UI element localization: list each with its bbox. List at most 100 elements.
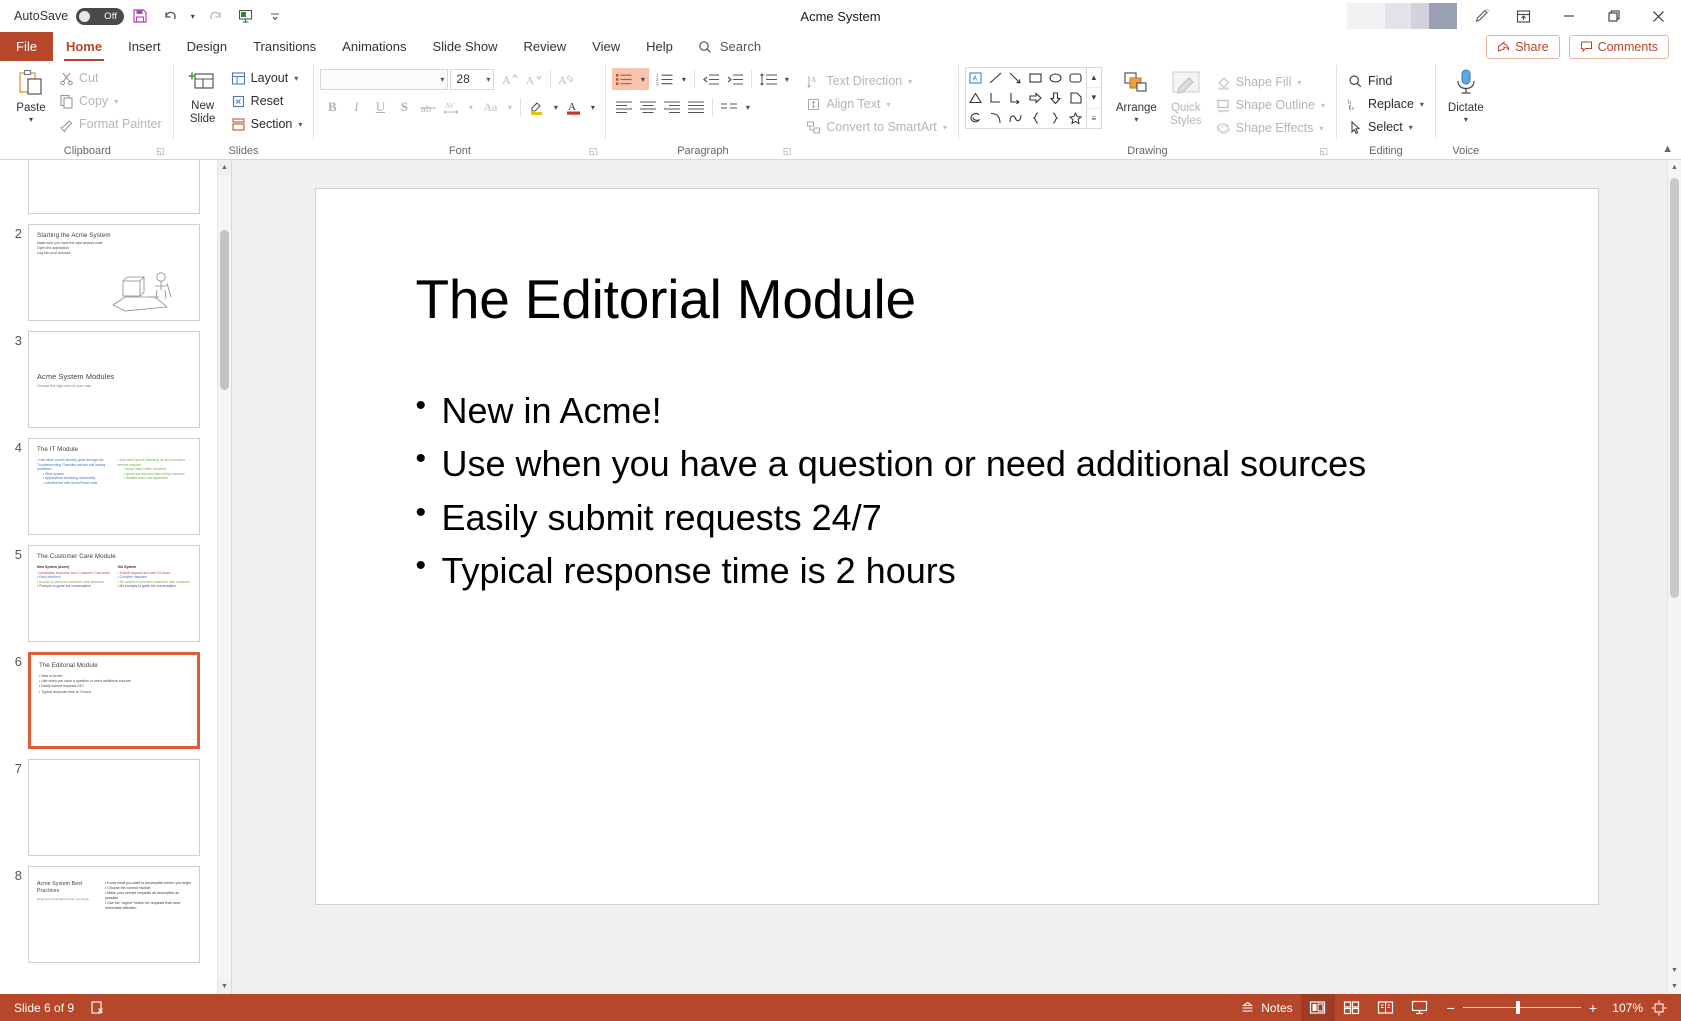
thumbnail-row-6[interactable]: 6 The Editorial Module • New in Acme! • … [0, 647, 217, 754]
shapes-gallery-scroll[interactable]: ▲ ▼ ≡ [1086, 67, 1102, 129]
tab-design[interactable]: Design [174, 32, 240, 61]
font-dialog-launcher[interactable]: ◱ [589, 146, 598, 157]
font-color-button[interactable]: A [562, 96, 586, 118]
font-name-input[interactable]: ▾ [320, 68, 449, 90]
slide-show-view-button[interactable] [1403, 994, 1437, 1021]
thumbnail-row-3[interactable]: 3 Acme System Modules Choose the right o… [0, 326, 217, 433]
text-direction-dropdown-icon[interactable]: ▾ [908, 77, 912, 86]
find-button[interactable]: Find [1343, 70, 1429, 92]
slide-thumbnail-1[interactable] [28, 160, 200, 214]
dictate-button[interactable]: Dictate ▾ [1442, 65, 1490, 124]
align-right-button[interactable] [660, 96, 684, 118]
bold-button[interactable]: B [320, 96, 344, 118]
left-brace-shape[interactable] [1026, 109, 1045, 128]
convert-to-smartart-button[interactable]: Convert to SmartArt ▾ [801, 116, 951, 138]
replace-dropdown-icon[interactable]: ▾ [1420, 100, 1424, 109]
thumbnail-pane-scrollbar[interactable]: ▲ ▼ [217, 160, 231, 994]
shapes-more-icon[interactable]: ≡ [1087, 109, 1101, 128]
character-spacing-button[interactable]: AV [440, 96, 464, 118]
shapes-scroll-up-icon[interactable]: ▲ [1086, 68, 1101, 89]
search-box[interactable]: Search [686, 32, 773, 61]
slide-counter[interactable]: Slide 6 of 9 [6, 994, 82, 1021]
notes-button[interactable]: Notes [1232, 994, 1300, 1021]
paste-dropdown-icon[interactable]: ▾ [29, 116, 33, 124]
slide-thumbnail-2[interactable]: Starting the Acme System Make sure you h… [28, 224, 200, 321]
shape-effects-dropdown-icon[interactable]: ▾ [1319, 124, 1323, 133]
text-highlight-dropdown-icon[interactable]: ▾ [549, 96, 562, 118]
shape-outline-dropdown-icon[interactable]: ▾ [1321, 101, 1325, 110]
customize-quick-access-toolbar-button[interactable] [261, 3, 289, 29]
cut-button[interactable]: Cut [54, 67, 167, 89]
zoom-track[interactable] [1462, 1001, 1581, 1014]
save-button[interactable] [126, 3, 154, 29]
slide-thumbnail-7[interactable] [28, 759, 200, 856]
font-size-input[interactable]: 28 ▾ [450, 68, 495, 90]
layout-button[interactable]: Layout ▾ [226, 67, 308, 89]
thumbnail-scrollbar-thumb[interactable] [220, 230, 229, 390]
clipboard-dialog-launcher[interactable]: ◱ [156, 146, 165, 157]
section-dropdown-icon[interactable]: ▾ [298, 120, 302, 129]
shape-fill-dropdown-icon[interactable]: ▾ [1297, 78, 1301, 87]
undo-dropdown-icon[interactable]: ▾ [186, 12, 199, 21]
underline-button[interactable]: U [368, 96, 392, 118]
arrow-shape[interactable] [1006, 69, 1025, 88]
curve-shape[interactable] [1006, 109, 1025, 128]
triangle-shape[interactable] [966, 89, 985, 108]
collapse-ribbon-button[interactable]: ▲ [1662, 143, 1673, 155]
drawing-dialog-launcher[interactable]: ◱ [1320, 146, 1329, 157]
thumbnail-row-7[interactable]: 7 [0, 754, 217, 861]
share-button[interactable]: Share [1486, 34, 1560, 59]
tab-animations[interactable]: Animations [329, 32, 419, 61]
select-dropdown-icon[interactable]: ▾ [1409, 123, 1413, 132]
paste-button[interactable]: Paste ▾ [8, 65, 54, 124]
zoom-in-button[interactable]: + [1589, 1000, 1597, 1016]
tab-help[interactable]: Help [633, 32, 686, 61]
rounded-rectangle-shape[interactable] [1066, 69, 1085, 88]
comments-button[interactable]: Comments [1568, 34, 1669, 59]
decrease-font-size-button[interactable]: A [522, 68, 546, 90]
strikethrough-button[interactable]: ab [416, 96, 440, 118]
shape-outline-button[interactable]: Shape Outline ▾ [1211, 94, 1330, 116]
numbering-dropdown-icon[interactable]: ▾ [677, 68, 690, 90]
rectangle-shape[interactable] [1026, 69, 1045, 88]
tab-review[interactable]: Review [511, 32, 580, 61]
text-direction-button[interactable]: A Text Direction ▾ [801, 70, 951, 92]
numbering-button[interactable]: 123 [653, 68, 677, 90]
increase-font-size-button[interactable]: A [498, 68, 522, 90]
fit-slide-to-window-button[interactable] [1643, 1000, 1675, 1016]
elbow-arrow-shape[interactable] [1006, 89, 1025, 108]
zoom-handle[interactable] [1515, 1001, 1520, 1014]
current-slide[interactable]: The Editorial Module New in Acme! Use wh… [314, 188, 1599, 905]
slide-thumbnail-8[interactable]: Acme System Best Practices Read and unde… [28, 866, 200, 963]
bullets-button[interactable] [612, 68, 637, 90]
shapes-scroll-down-icon[interactable]: ▼ [1086, 88, 1101, 109]
undo-button[interactable] [156, 3, 184, 29]
clear-formatting-button[interactable]: A [555, 68, 579, 90]
font-name-dropdown-icon[interactable]: ▾ [440, 75, 444, 84]
font-size-dropdown-icon[interactable]: ▾ [486, 75, 490, 84]
zoom-level-label[interactable]: 107% [1607, 1001, 1643, 1015]
line-shape[interactable] [986, 69, 1005, 88]
slide-area-scrollbar[interactable]: ▲ ▼ ▼ [1667, 160, 1681, 994]
thumbnail-scroll-down-button[interactable]: ▼ [218, 979, 231, 994]
font-color-dropdown-icon[interactable]: ▾ [586, 96, 599, 118]
slide-sorter-view-button[interactable] [1335, 994, 1369, 1021]
slide-scrollbar-thumb[interactable] [1670, 178, 1679, 598]
start-slideshow-button[interactable] [231, 3, 259, 29]
arc-shape[interactable] [986, 109, 1005, 128]
italic-button[interactable]: I [344, 96, 368, 118]
thumbnail-row-1[interactable] [0, 160, 217, 219]
shape-fill-button[interactable]: Shape Fill ▾ [1211, 71, 1330, 93]
text-shadow-button[interactable]: S [392, 96, 416, 118]
align-left-button[interactable] [612, 96, 636, 118]
new-slide-button[interactable]: New Slide [180, 65, 226, 126]
autosave-toggle[interactable]: Off [76, 7, 125, 25]
replace-button[interactable]: bc Replace ▾ [1343, 93, 1429, 115]
arrange-button[interactable]: Arrange ▾ [1110, 67, 1163, 124]
pen-tools-icon[interactable] [1463, 0, 1501, 32]
format-painter-button[interactable]: Format Painter [54, 113, 167, 135]
zoom-out-button[interactable]: − [1447, 1000, 1455, 1016]
slide-thumbnail-4[interactable]: The IT Module • Use when you've already … [28, 438, 200, 535]
pentagon-shape[interactable] [1066, 89, 1085, 108]
thumbnail-row-8[interactable]: 8 Acme System Best Practices Read and un… [0, 861, 217, 968]
